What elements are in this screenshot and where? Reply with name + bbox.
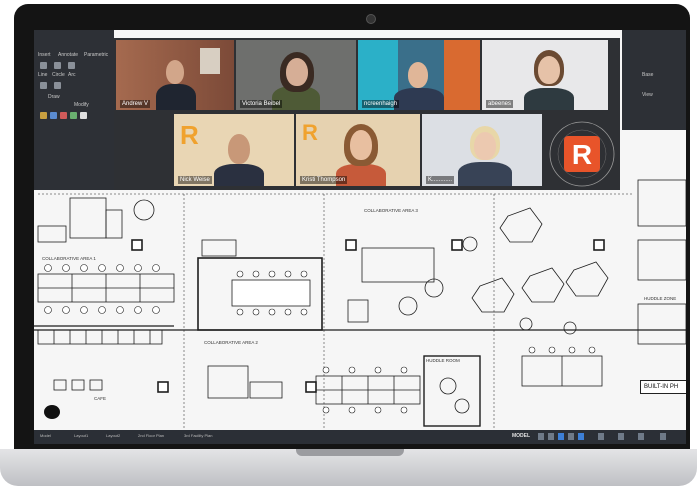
- area-label-huddle-zone: HUDDLE ZONE: [644, 296, 677, 301]
- ribbon-label[interactable]: Parametric: [84, 52, 108, 58]
- participant-name: Victoria Beibel: [240, 100, 283, 108]
- layout-tab[interactable]: Layout2: [106, 433, 120, 438]
- area-label-3: COLLABORATIVE AREA 3: [364, 208, 418, 213]
- layer-icon[interactable]: [50, 112, 57, 119]
- cad-status-bar: Model Layout1 Layout2 2nd Floor Plan 3rd…: [34, 430, 686, 444]
- participant-name: Nick Weise: [178, 176, 212, 184]
- layout-tab[interactable]: Model: [40, 433, 51, 438]
- grid-icon[interactable]: [538, 433, 544, 440]
- ribbon-label: Circle: [52, 72, 65, 78]
- video-call-panel: Andrew V Victoria Beibel ncreenhaigh abe…: [114, 38, 620, 190]
- ortho-icon[interactable]: [558, 433, 564, 440]
- participant-name: Andrew V: [120, 100, 151, 108]
- circle-tool-icon[interactable]: [54, 62, 61, 69]
- area-label-2: COLLABORATIVE AREA 2: [204, 340, 258, 345]
- settings-icon[interactable]: [638, 433, 644, 440]
- company-logo-tile: R: [544, 114, 620, 190]
- participant-tile[interactable]: R Kristi Thompson: [296, 114, 420, 186]
- arc-tool-icon[interactable]: [68, 62, 75, 69]
- ribbon-label[interactable]: Insert: [38, 52, 51, 58]
- participant-name: abeenes: [486, 100, 514, 108]
- brand-letter-tile: R: [180, 120, 199, 150]
- area-label-huddle-room: HUDDLE ROOM: [426, 358, 460, 363]
- workspace-icon[interactable]: [618, 433, 624, 440]
- ribbon-label[interactable]: View: [642, 92, 653, 98]
- participant-avatar: [524, 88, 574, 110]
- participant-tile[interactable]: K............: [422, 114, 542, 186]
- snap-icon[interactable]: [548, 433, 554, 440]
- participant-avatar: [350, 130, 372, 160]
- ribbon-label: Arc: [68, 72, 76, 78]
- brand-letter-tile: R: [302, 120, 318, 145]
- ribbon-label[interactable]: Draw: [48, 94, 60, 100]
- participant-name: K............: [426, 176, 455, 184]
- participant-avatar: [166, 60, 184, 84]
- ribbon-label: Line: [38, 72, 48, 78]
- participant-name: ncreenhaigh: [362, 100, 400, 108]
- ribbon-label[interactable]: Annotate: [58, 52, 78, 58]
- laptop-hinge-notch: [296, 449, 404, 456]
- participant-tile[interactable]: R Nick Weise: [174, 114, 294, 186]
- ribbon-label[interactable]: Modify: [74, 102, 89, 108]
- layer-icon[interactable]: [60, 112, 67, 119]
- cad-ribbon-left: Insert Annotate Parametric Line Circle A…: [34, 30, 114, 190]
- layer-icon[interactable]: [40, 112, 47, 119]
- participant-tile[interactable]: abeenes: [482, 40, 608, 110]
- built-in-label: BUILT-IN PH: [640, 380, 686, 394]
- participant-tile[interactable]: Victoria Beibel: [236, 40, 356, 110]
- layer-icon[interactable]: [70, 112, 77, 119]
- ribbon-label[interactable]: Base: [642, 72, 653, 78]
- cad-ribbon-right: Base View: [622, 30, 686, 130]
- participant-name: Kristi Thompson: [300, 176, 348, 184]
- participant-tile[interactable]: ncreenhaigh: [358, 40, 480, 110]
- participant-avatar: [286, 58, 308, 86]
- participant-avatar: [538, 56, 560, 84]
- area-label-cafe: CAFE: [94, 396, 107, 401]
- rectangle-tool-icon[interactable]: [40, 82, 47, 89]
- participant-avatar: [408, 62, 428, 88]
- participant-avatar: [156, 84, 196, 110]
- annotation-scale-icon[interactable]: [598, 433, 604, 440]
- polyline-tool-icon[interactable]: [54, 82, 61, 89]
- participant-avatar: [474, 132, 496, 160]
- layer-icon[interactable]: [80, 112, 87, 119]
- polar-icon[interactable]: [568, 433, 574, 440]
- model-space-toggle[interactable]: MODEL: [512, 433, 530, 439]
- laptop-screen: COLLABORATIVE AREA 1 COLLABORATIVE AREA …: [34, 30, 686, 444]
- area-label-1: COLLABORATIVE AREA 1: [42, 256, 96, 261]
- participant-avatar: [228, 134, 250, 164]
- participant-avatar: [214, 164, 264, 186]
- osnap-icon[interactable]: [578, 433, 584, 440]
- participant-avatar: [394, 88, 444, 110]
- fullscreen-icon[interactable]: [660, 433, 666, 440]
- participant-tile[interactable]: Andrew V: [116, 40, 234, 110]
- layout-tab[interactable]: Layout1: [74, 433, 88, 438]
- company-logo: R: [564, 136, 600, 172]
- participant-avatar: [458, 162, 512, 186]
- line-tool-icon[interactable]: [40, 62, 47, 69]
- layout-tab[interactable]: 2nd Floor Plan: [138, 433, 164, 438]
- layout-tab[interactable]: 3rd Facility Plan: [184, 433, 212, 438]
- webcam: [366, 14, 376, 24]
